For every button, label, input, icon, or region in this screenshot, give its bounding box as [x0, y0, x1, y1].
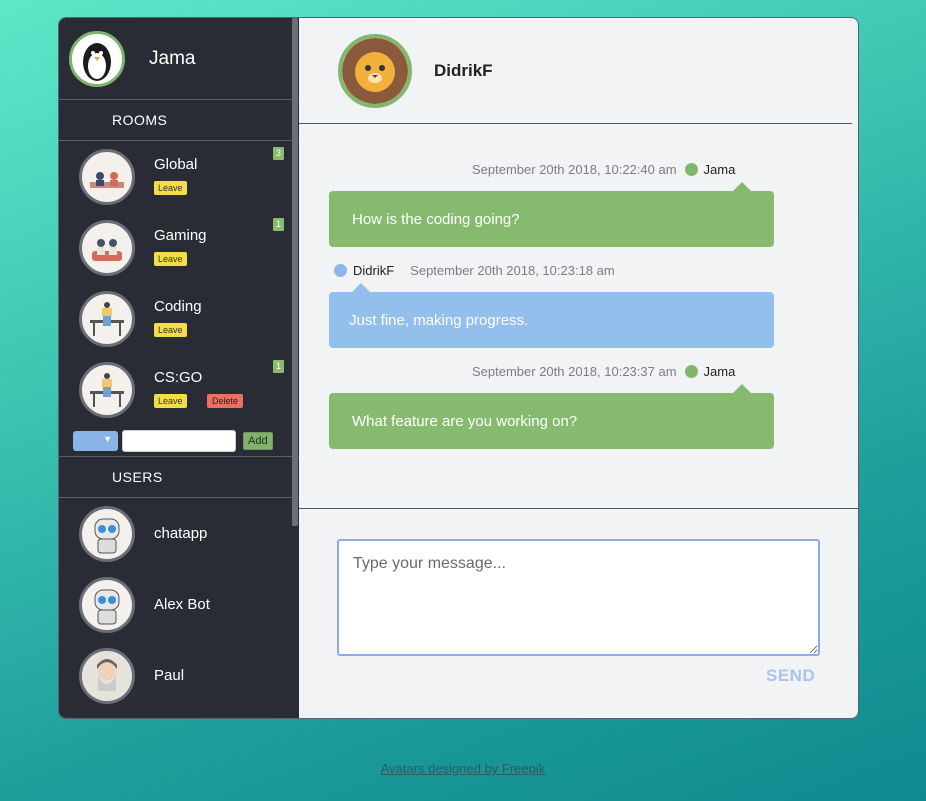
room-name: Coding — [154, 297, 202, 315]
message-timestamp: September 20th 2018, 10:23:18 am — [410, 263, 615, 278]
penguin-avatar-icon — [69, 30, 125, 87]
message-input[interactable] — [337, 539, 820, 656]
room-item-coding[interactable]: Coding Leave — [59, 283, 299, 354]
sidebar: Jama ROOMS Global Leave 3 Gaming Leave 1 — [59, 18, 299, 718]
leave-room-button[interactable]: Leave — [154, 251, 187, 266]
people-illustration-icon — [79, 219, 135, 276]
bubble-pointer — [733, 384, 751, 393]
bubble-pointer — [352, 283, 370, 292]
current-user-header: Jama — [59, 18, 299, 100]
rooms-heading: ROOMS — [59, 100, 299, 141]
room-item-csgo[interactable]: CS:GO Leave Delete 1 — [59, 354, 299, 425]
chat-header: DidrikF — [299, 18, 852, 124]
avatar-credit-link[interactable]: Avatars designed by Freepik — [381, 761, 546, 776]
room-type-select[interactable]: ▼ — [73, 430, 118, 451]
unread-count-badge: 3 — [273, 147, 284, 160]
user-item-alex-bot[interactable]: Alex Bot — [59, 569, 299, 640]
chat-peer-name: DidrikF — [434, 60, 493, 80]
message-text: Just fine, making progress. — [349, 311, 529, 329]
message-text: What feature are you working on? — [352, 412, 578, 430]
delete-room-button[interactable]: Delete — [206, 393, 243, 408]
chevron-down-icon: ▼ — [103, 433, 112, 444]
user-name: Alex Bot — [154, 596, 210, 613]
message-timestamp: September 20th 2018, 10:23:37 am — [472, 364, 677, 379]
message-meta: September 20th 2018, 10:23:37 am Jama — [472, 364, 735, 379]
people-illustration-icon — [79, 361, 135, 418]
robot-avatar-icon — [79, 505, 135, 562]
room-item-global[interactable]: Global Leave 3 — [59, 141, 299, 212]
people-illustration-icon — [79, 290, 135, 347]
room-name: Global — [154, 155, 198, 173]
user-name: chatapp — [154, 525, 208, 542]
new-room-input[interactable] — [122, 429, 236, 452]
message-bubble-outgoing: What feature are you working on? — [329, 384, 774, 449]
send-button[interactable]: SEND — [766, 666, 815, 686]
unread-count-badge: 1 — [273, 218, 284, 231]
message-meta: DidrikF September 20th 2018, 10:23:18 am — [334, 263, 615, 278]
bubble-pointer — [733, 182, 751, 191]
users-heading: USERS — [59, 457, 299, 498]
add-room-row: ▼ Add — [59, 425, 299, 457]
message-meta: September 20th 2018, 10:22:40 am Jama — [472, 162, 735, 177]
chat-panel: DidrikF September 20th 2018, 10:22:40 am… — [299, 18, 858, 718]
current-user-name: Jama — [149, 47, 196, 69]
footer: Avatars designed by Freepik — [0, 761, 926, 776]
people-illustration-icon — [79, 148, 135, 205]
user-item-paul[interactable]: Paul — [59, 640, 299, 711]
leave-room-button[interactable]: Leave — [154, 180, 187, 195]
unread-count-badge: 1 — [273, 360, 284, 373]
message-bubble-incoming: Just fine, making progress. — [329, 283, 774, 348]
chat-app-window: Jama ROOMS Global Leave 3 Gaming Leave 1 — [58, 17, 859, 719]
user-item-chatapp[interactable]: chatapp — [59, 498, 299, 569]
message-author: Jama — [703, 162, 736, 177]
robot-avatar-icon — [79, 576, 135, 633]
room-name: CS:GO — [154, 368, 203, 386]
add-room-button[interactable]: Add — [243, 431, 273, 450]
message-bubble-outgoing: How is the coding going? — [329, 182, 774, 247]
leave-room-button[interactable]: Leave — [154, 393, 187, 408]
message-list: September 20th 2018, 10:22:40 am Jama Ho… — [299, 124, 858, 509]
room-item-gaming[interactable]: Gaming Leave 1 — [59, 212, 299, 283]
user-name: Paul — [154, 667, 185, 684]
message-timestamp: September 20th 2018, 10:22:40 am — [472, 162, 677, 177]
message-author: Jama — [703, 364, 736, 379]
message-text: How is the coding going? — [352, 210, 520, 228]
leave-room-button[interactable]: Leave — [154, 322, 187, 337]
room-name: Gaming — [154, 226, 207, 244]
online-status-dot — [334, 264, 347, 277]
lion-avatar-icon — [338, 33, 412, 108]
message-author: DidrikF — [353, 263, 395, 278]
online-status-dot — [684, 163, 698, 176]
person-avatar-icon — [79, 647, 135, 704]
online-status-dot — [684, 365, 698, 378]
